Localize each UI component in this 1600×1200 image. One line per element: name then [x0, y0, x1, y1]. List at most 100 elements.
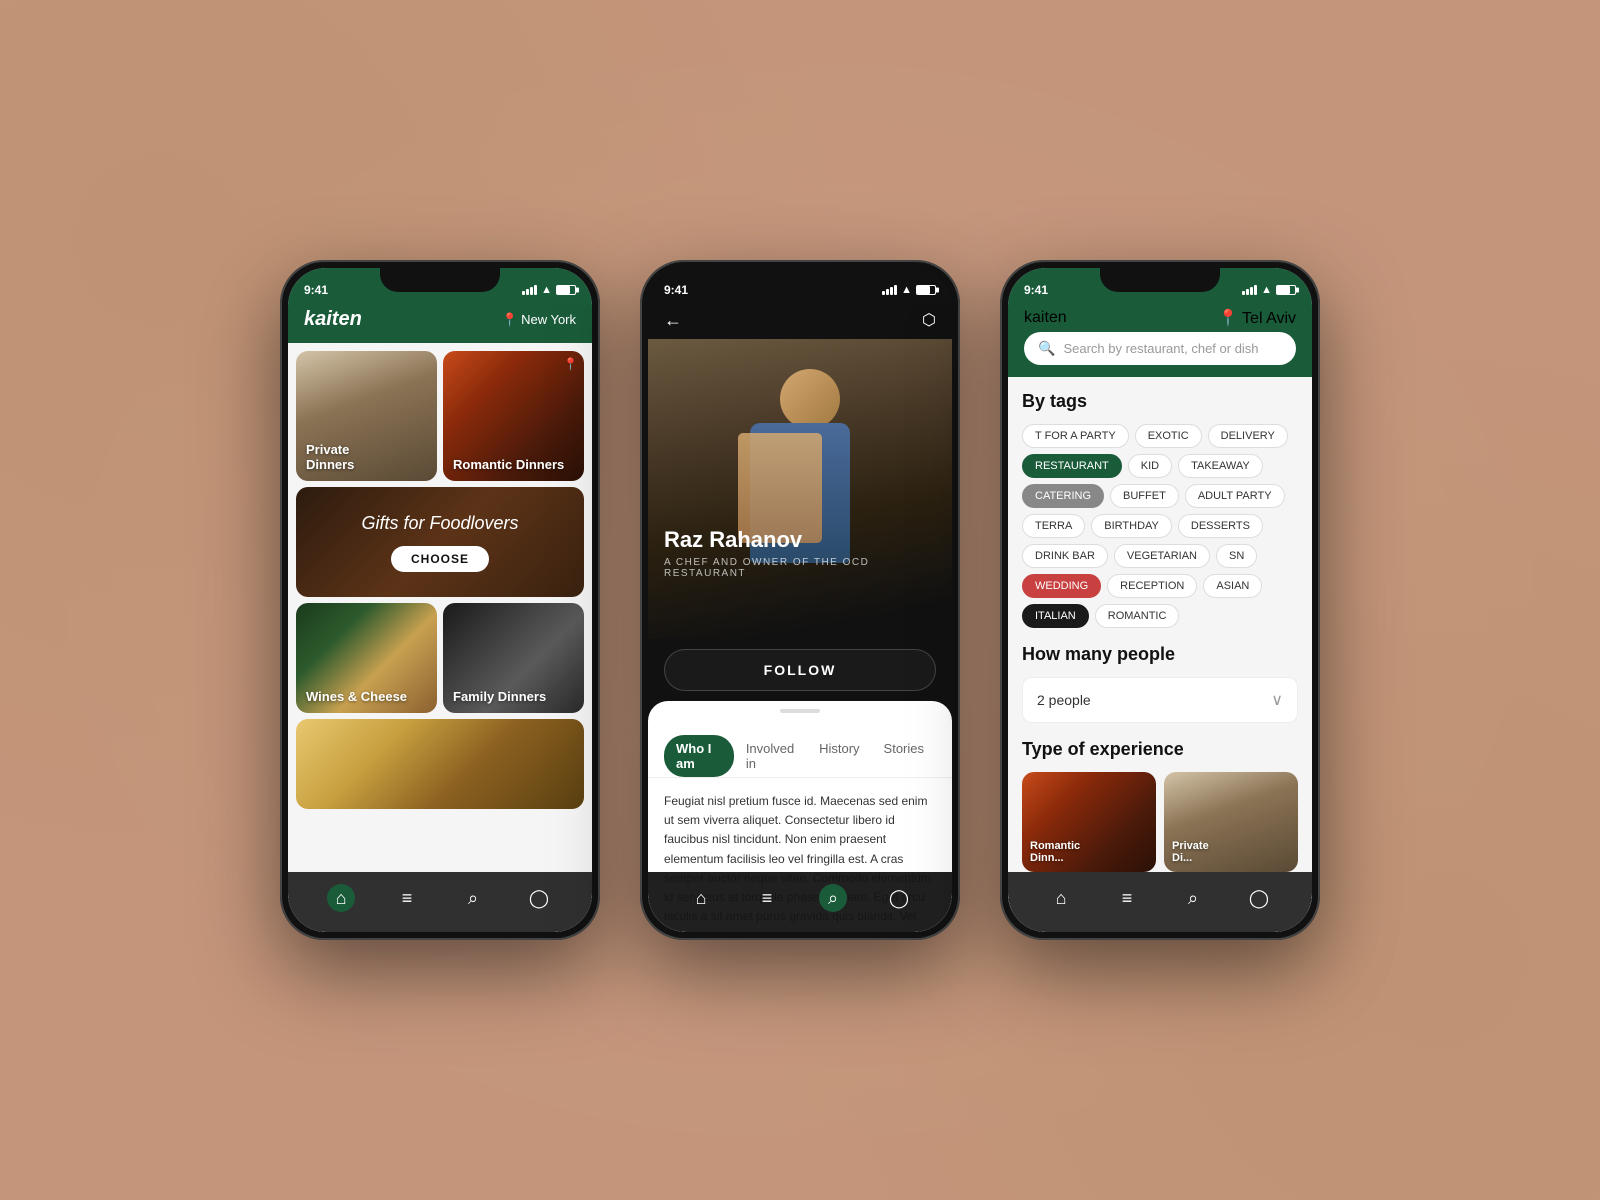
- bottom-nav-3: ⌂ ≡ ⌕ ◯: [1008, 872, 1312, 932]
- phone-3: 9:41 ▲ kaiten 📍 Tel Aviv: [1000, 260, 1320, 940]
- card-label-wines: Wines & Cheese: [306, 689, 407, 705]
- nav-home-1[interactable]: ⌂: [327, 884, 355, 912]
- tag-restaurant[interactable]: RESTAURANT: [1022, 454, 1122, 478]
- tag-exotic[interactable]: EXOTIC: [1135, 424, 1202, 448]
- back-button[interactable]: ←: [664, 310, 682, 331]
- phone3-content: By tags T FOR A PARTY EXOTIC DELIVERY RE…: [1008, 377, 1312, 911]
- dropdown-arrow: ∨: [1271, 690, 1283, 710]
- tag-asian[interactable]: ASIAN: [1203, 574, 1262, 598]
- tag-drink-bar[interactable]: DRINK BAR: [1022, 544, 1108, 568]
- time-3: 9:41: [1024, 283, 1048, 297]
- phone-1-screen: 9:41 ▲ kaiten 📍 New York: [288, 268, 592, 932]
- card-label-romantic: Romantic Dinners: [453, 457, 564, 473]
- tag-delivery[interactable]: DELIVERY: [1208, 424, 1288, 448]
- time-2: 9:41: [664, 283, 688, 297]
- notch-3: [1100, 268, 1220, 292]
- wifi-icon-1: ▲: [541, 284, 552, 296]
- tag-vegetarian[interactable]: VEGETARIAN: [1114, 544, 1210, 568]
- nav-profile-3[interactable]: ◯: [1245, 884, 1273, 912]
- pin-icon-3: 📍: [1218, 310, 1238, 327]
- experience-title: Type of experience: [1022, 739, 1298, 760]
- card-wines-cheese[interactable]: Wines & Cheese: [296, 603, 437, 713]
- tag-terra[interactable]: TERRA: [1022, 514, 1085, 538]
- nav-home-2[interactable]: ⌂: [687, 884, 715, 912]
- tags-section: By tags T FOR A PARTY EXOTIC DELIVERY RE…: [1022, 391, 1298, 628]
- chef-tabs: Who I am Involved in History Stories: [648, 721, 952, 778]
- phone-3-screen: 9:41 ▲ kaiten 📍 Tel Aviv: [1008, 268, 1312, 932]
- notch-1: [380, 268, 500, 292]
- tag-party[interactable]: T FOR A PARTY: [1022, 424, 1129, 448]
- tag-catering[interactable]: CATERING: [1022, 484, 1104, 508]
- nav-profile-1[interactable]: ◯: [525, 884, 553, 912]
- tag-desserts[interactable]: DESSERTS: [1178, 514, 1263, 538]
- tag-sn[interactable]: SN: [1216, 544, 1257, 568]
- follow-button[interactable]: FOLLOW: [664, 649, 936, 691]
- tab-who-i-am[interactable]: Who I am: [664, 735, 734, 777]
- grid-row-1: PrivateDinners 📍 Romantic Dinners: [296, 351, 584, 481]
- tab-history[interactable]: History: [807, 735, 871, 777]
- nav-search-3[interactable]: ⌕: [1179, 884, 1207, 912]
- logo-3: kaiten: [1024, 309, 1067, 327]
- tag-takeaway[interactable]: TAKEAWAY: [1178, 454, 1263, 478]
- follow-container: FOLLOW: [648, 639, 952, 701]
- card-pasta[interactable]: [296, 719, 584, 809]
- status-icons-3: ▲: [1242, 284, 1296, 296]
- choose-button[interactable]: CHOOSE: [391, 546, 489, 572]
- nav-profile-2[interactable]: ◯: [885, 884, 913, 912]
- tag-kid[interactable]: KID: [1128, 454, 1172, 478]
- tag-birthday[interactable]: BIRTHDAY: [1091, 514, 1172, 538]
- card-label-family: Family Dinners: [453, 689, 546, 705]
- tab-stories[interactable]: Stories: [872, 735, 936, 777]
- card-gifts[interactable]: Gifts for Foodlovers CHOOSE: [296, 487, 584, 597]
- chef-info: Raz Rahanov A CHEF AND OWNER OF THE OCD …: [664, 527, 936, 579]
- tag-buffet[interactable]: BUFFET: [1110, 484, 1179, 508]
- card-label-private: PrivateDinners: [306, 442, 354, 473]
- chef-top-controls: ← ⬡: [648, 304, 952, 339]
- search-icon-3: 🔍: [1038, 340, 1055, 357]
- status-icons-2: ▲: [882, 284, 936, 296]
- tag-wedding[interactable]: WEDDING: [1022, 574, 1101, 598]
- exp-label-romantic: RomanticDinn...: [1030, 840, 1080, 864]
- exp-card-private[interactable]: PrivateDi...: [1164, 772, 1298, 872]
- nav-search-2[interactable]: ⌕: [819, 884, 847, 912]
- exp-card-romantic[interactable]: RomanticDinn...: [1022, 772, 1156, 872]
- tag-romantic[interactable]: ROMANTIC: [1095, 604, 1180, 628]
- tags-title: By tags: [1022, 391, 1298, 412]
- search-bar[interactable]: 🔍 Search by restaurant, chef or dish: [1024, 332, 1296, 365]
- card-private-dinners[interactable]: PrivateDinners: [296, 351, 437, 481]
- people-dropdown[interactable]: 2 people ∨: [1022, 677, 1298, 723]
- card-romantic-dinners[interactable]: 📍 Romantic Dinners: [443, 351, 584, 481]
- grid-row-3: Wines & Cheese Family Dinners: [296, 603, 584, 713]
- pin-icon-1: 📍: [502, 312, 518, 328]
- tab-involved-in[interactable]: Involved in: [734, 735, 807, 777]
- phone-2-screen: 9:41 ▲ ← ⬡: [648, 268, 952, 932]
- card-family-dinners[interactable]: Family Dinners: [443, 603, 584, 713]
- tag-reception[interactable]: RECEPTION: [1107, 574, 1197, 598]
- nav-menu-3[interactable]: ≡: [1113, 884, 1141, 912]
- experience-grid: RomanticDinn... PrivateDi...: [1022, 772, 1298, 872]
- nav-home-3[interactable]: ⌂: [1047, 884, 1075, 912]
- location-3: 📍 Tel Aviv: [1218, 308, 1296, 328]
- phone1-header: kaiten 📍 New York: [288, 304, 592, 343]
- wifi-icon-3: ▲: [1261, 284, 1272, 296]
- tags-container: T FOR A PARTY EXOTIC DELIVERY RESTAURANT…: [1022, 424, 1298, 628]
- nav-menu-2[interactable]: ≡: [753, 884, 781, 912]
- logo-1: kaiten: [304, 308, 362, 331]
- experience-section: Type of experience RomanticDinn... Priva…: [1022, 739, 1298, 872]
- tag-italian[interactable]: ITALIAN: [1022, 604, 1089, 628]
- home-grid: PrivateDinners 📍 Romantic Dinners Gifts …: [288, 343, 592, 887]
- nav-menu-1[interactable]: ≡: [393, 884, 421, 912]
- nav-search-1[interactable]: ⌕: [459, 884, 487, 912]
- tag-adult-party[interactable]: ADULT PARTY: [1185, 484, 1285, 508]
- time-1: 9:41: [304, 283, 328, 297]
- people-title: How many people: [1022, 644, 1298, 665]
- chef-subtitle: A CHEF AND OWNER OF THE OCD RESTAURANT: [664, 557, 936, 579]
- location-1: 📍 New York: [502, 312, 576, 328]
- drag-handle: [780, 709, 820, 713]
- wifi-icon-2: ▲: [901, 284, 912, 296]
- battery-1: [556, 285, 576, 295]
- phone-2: 9:41 ▲ ← ⬡: [640, 260, 960, 940]
- status-icons-1: ▲: [522, 284, 576, 296]
- share-button[interactable]: ⬡: [922, 310, 936, 331]
- people-section: How many people 2 people ∨: [1022, 644, 1298, 723]
